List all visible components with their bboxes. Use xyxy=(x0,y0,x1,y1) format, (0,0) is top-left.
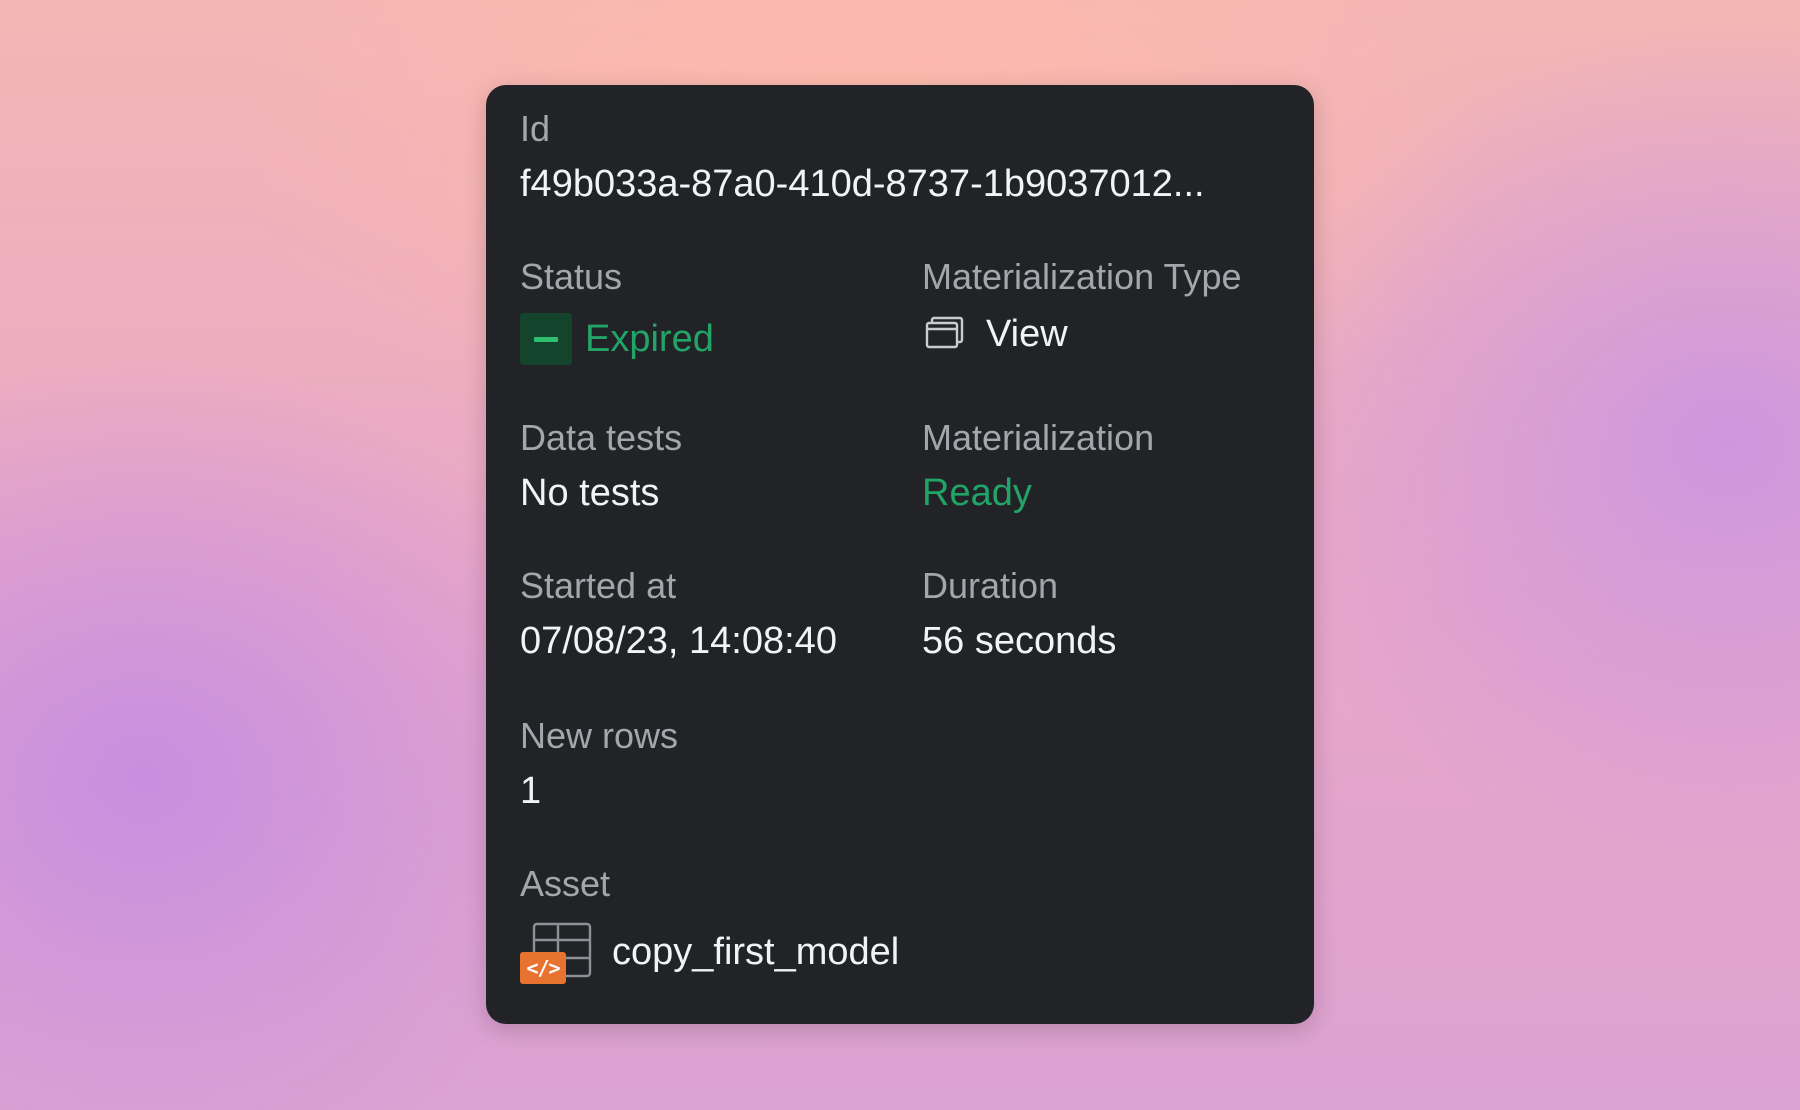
duration-label: Duration xyxy=(922,565,1059,606)
run-details-card: Id f49b033a-87a0-410d-8737-1b9037012... … xyxy=(486,85,1314,1024)
materialization-type-label: Materialization Type xyxy=(922,256,1242,297)
materialization-label: Materialization xyxy=(922,417,1155,458)
asset-value[interactable]: copy_first_model xyxy=(612,931,899,973)
minus-icon xyxy=(520,313,572,365)
new-rows-label: New rows xyxy=(520,715,679,756)
status-value-row: Expired xyxy=(520,313,714,365)
asset-link[interactable]: </> copy_first_model xyxy=(520,922,899,984)
asset-field: Asset </> copy_first_model xyxy=(520,863,899,984)
materialization-field: Materialization Ready xyxy=(922,417,1155,515)
materialization-type-value-row: View xyxy=(922,313,1242,355)
new-rows-value: 1 xyxy=(520,770,542,812)
status-label: Status xyxy=(520,256,623,297)
data-tests-field: Data tests No tests xyxy=(520,417,683,515)
duration-value: 56 seconds xyxy=(922,620,1117,662)
code-badge: </> xyxy=(520,952,566,984)
table-model-icon: </> xyxy=(520,922,596,984)
data-tests-value: No tests xyxy=(520,472,660,514)
id-label: Id xyxy=(520,108,551,149)
new-rows-field: New rows 1 xyxy=(520,715,679,813)
materialization-type-field: Materialization Type View xyxy=(922,256,1242,356)
view-icon xyxy=(922,313,968,355)
status-field: Status Expired xyxy=(520,257,714,365)
started-at-value: 07/08/23, 14:08:40 xyxy=(520,620,837,662)
id-value: f49b033a-87a0-410d-8737-1b9037012... xyxy=(520,163,1205,205)
id-field: Id f49b033a-87a0-410d-8737-1b9037012... xyxy=(520,108,1205,206)
materialization-type-value: View xyxy=(986,313,1068,355)
data-tests-label: Data tests xyxy=(520,417,683,458)
started-at-label: Started at xyxy=(520,565,677,606)
duration-field: Duration 56 seconds xyxy=(922,565,1117,663)
started-at-field: Started at 07/08/23, 14:08:40 xyxy=(520,565,837,663)
asset-label: Asset xyxy=(520,863,611,904)
materialization-value: Ready xyxy=(922,472,1032,514)
status-value: Expired xyxy=(585,318,714,360)
